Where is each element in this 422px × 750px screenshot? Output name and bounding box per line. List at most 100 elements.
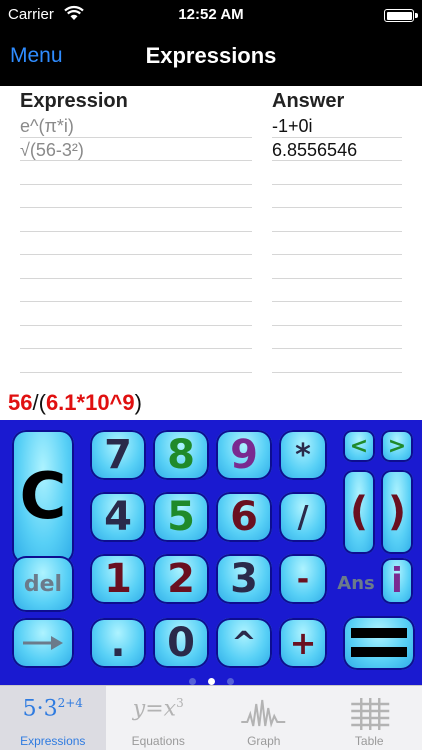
cursor-right-button[interactable]: > xyxy=(381,430,413,462)
digit-0-button[interactable]: 0 xyxy=(153,618,209,668)
operator-label: ) xyxy=(387,489,407,535)
digit-9-button[interactable]: 9 xyxy=(216,430,272,480)
equations-icon: y=x3 xyxy=(106,696,212,732)
divide-button[interactable]: / xyxy=(279,492,327,542)
power-button[interactable]: ^ xyxy=(216,618,272,668)
digit-4-button[interactable]: 4 xyxy=(90,492,146,542)
digit-label: . xyxy=(110,620,126,666)
ans-label: Ans xyxy=(337,572,375,594)
digit-3-button[interactable]: 3 xyxy=(216,554,272,604)
page-dot[interactable] xyxy=(188,678,196,685)
delete-button[interactable]: del xyxy=(12,556,74,612)
tab-label: Graph xyxy=(247,734,281,748)
digit-1-button[interactable]: 1 xyxy=(90,554,146,604)
operator-label: > xyxy=(387,433,407,459)
tab-expressions[interactable]: 5·32+4 Expressions xyxy=(0,686,106,750)
table-rule xyxy=(20,232,422,255)
tab-label: Table xyxy=(354,734,384,748)
digit-label: 8 xyxy=(167,432,195,478)
table-rule xyxy=(20,114,422,138)
status-time: 12:52 AM xyxy=(178,6,244,23)
graph-icon xyxy=(241,699,286,728)
table-rule xyxy=(20,326,422,349)
digit-label: 1 xyxy=(104,556,132,602)
info-button[interactable]: i xyxy=(381,558,413,604)
equals-button[interactable] xyxy=(343,616,415,670)
cursor-left-button[interactable]: < xyxy=(343,430,375,462)
page-dot[interactable] xyxy=(207,678,215,685)
table-row-expression[interactable]: e^(π*i) xyxy=(20,116,74,137)
input-part: /( xyxy=(32,390,46,415)
tab-bar: 5·32+4 Expressions y=x3 Equations Graph … xyxy=(0,685,422,750)
expressions-icon: 5·32+4 xyxy=(0,696,106,732)
tab-equations[interactable]: y=x3 Equations xyxy=(106,686,212,750)
operator-label: + xyxy=(289,624,317,662)
minus-button[interactable]: - xyxy=(279,554,327,604)
tab-label: Equations xyxy=(131,734,185,748)
equations-icon-text: y=x xyxy=(132,696,177,722)
table-icon xyxy=(350,698,389,730)
navigation-bar: Menu Expressions xyxy=(0,30,422,86)
expression-column-header: Expression xyxy=(20,90,128,112)
clear-button[interactable]: C xyxy=(12,430,74,564)
expression-input[interactable]: 56/(6.1*10^9) xyxy=(0,380,422,420)
digit-label: 9 xyxy=(230,432,258,478)
table-rule xyxy=(20,279,422,302)
plus-button[interactable]: + xyxy=(279,618,327,668)
digit-label: 3 xyxy=(230,556,258,602)
digit-label: 7 xyxy=(104,432,132,478)
tab-graph[interactable]: Graph xyxy=(211,686,317,750)
decimal-button[interactable]: . xyxy=(90,618,146,668)
digit-7-button[interactable]: 7 xyxy=(90,430,146,480)
input-part: 56 xyxy=(8,390,33,415)
table-rule xyxy=(20,349,422,373)
digit-2-button[interactable]: 2 xyxy=(153,554,209,604)
multiply-button[interactable]: * xyxy=(279,430,327,480)
operator-label: < xyxy=(349,433,369,459)
operator-label: / xyxy=(297,499,309,535)
digit-label: 6 xyxy=(230,494,258,540)
delete-label: del xyxy=(23,571,63,597)
digit-label: 2 xyxy=(167,556,195,602)
tab-table[interactable]: Table xyxy=(317,686,422,750)
equals-icon xyxy=(351,628,407,657)
table-row-answer[interactable]: -1+0i xyxy=(272,116,313,137)
right-arrow-icon xyxy=(23,636,63,650)
input-part: 6.1*10^9 xyxy=(45,390,135,415)
digit-8-button[interactable]: 8 xyxy=(153,430,209,480)
operator-label: ( xyxy=(349,489,369,535)
answer-column-header: Answer xyxy=(272,90,345,112)
table-row-answer[interactable]: 6.8556546 xyxy=(272,140,357,161)
input-part: ) xyxy=(134,390,142,415)
table-rule xyxy=(20,302,422,326)
page-dot[interactable] xyxy=(226,678,234,685)
status-bar: Carrier 12:52 AM xyxy=(0,0,422,30)
page-title: Expressions xyxy=(145,43,277,68)
table-rule xyxy=(20,208,422,232)
digit-label: 0 xyxy=(167,620,195,666)
operator-label: - xyxy=(296,561,310,597)
table-rule xyxy=(20,185,422,208)
digit-label: 5 xyxy=(167,494,195,540)
keypad: C del 7 8 9 * < > 4 5 6 / ( ) 1 2 3 - An… xyxy=(0,420,422,685)
expressions-icon-exponent: 2+4 xyxy=(57,696,83,710)
battery-icon xyxy=(384,9,418,22)
ans-button[interactable]: Ans xyxy=(336,558,376,608)
expressions-table: Expression Answer e^(π*i) -1+0i √(56-3²)… xyxy=(0,86,422,396)
expressions-icon-text: 5·3 xyxy=(22,696,58,722)
clear-label: C xyxy=(19,460,67,534)
digit-5-button[interactable]: 5 xyxy=(153,492,209,542)
open-paren-button[interactable]: ( xyxy=(343,470,375,554)
arrow-button[interactable] xyxy=(12,618,74,668)
digit-label: 4 xyxy=(104,494,132,540)
table-rule xyxy=(20,161,422,185)
table-row-expression[interactable]: √(56-3²) xyxy=(20,140,84,161)
tab-label: Expressions xyxy=(20,734,86,748)
operator-label: * xyxy=(295,437,311,473)
info-label: i xyxy=(391,561,403,601)
equations-icon-exponent: 3 xyxy=(176,696,184,710)
digit-6-button[interactable]: 6 xyxy=(216,492,272,542)
operator-label: ^ xyxy=(231,625,257,661)
close-paren-button[interactable]: ) xyxy=(381,470,413,554)
table-rule xyxy=(20,255,422,279)
